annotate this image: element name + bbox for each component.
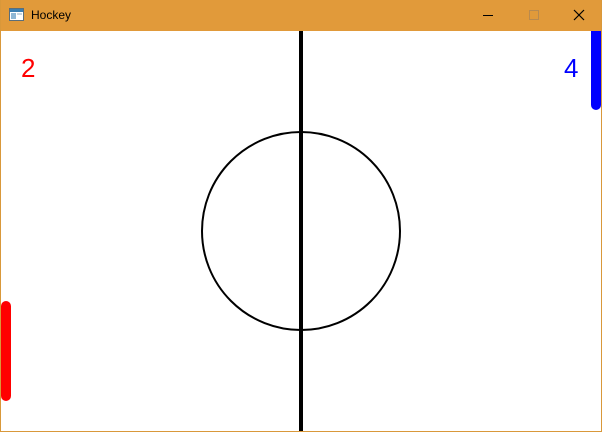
window-title: Hockey	[31, 8, 72, 22]
maximize-button[interactable]	[511, 0, 557, 31]
close-icon	[573, 9, 585, 21]
hockey-rink[interactable]: 2 4	[1, 31, 601, 431]
minimize-button[interactable]	[465, 0, 511, 31]
hockey-window: Hockey 2 4	[0, 0, 602, 432]
minimize-icon	[483, 15, 493, 16]
title-bar[interactable]: Hockey	[1, 0, 601, 31]
left-score: 2	[21, 53, 36, 83]
maximize-icon	[529, 10, 539, 20]
right-score: 4	[564, 53, 579, 83]
rink-canvas	[1, 31, 601, 431]
close-button[interactable]	[556, 0, 602, 31]
application-window-icon	[9, 8, 24, 21]
